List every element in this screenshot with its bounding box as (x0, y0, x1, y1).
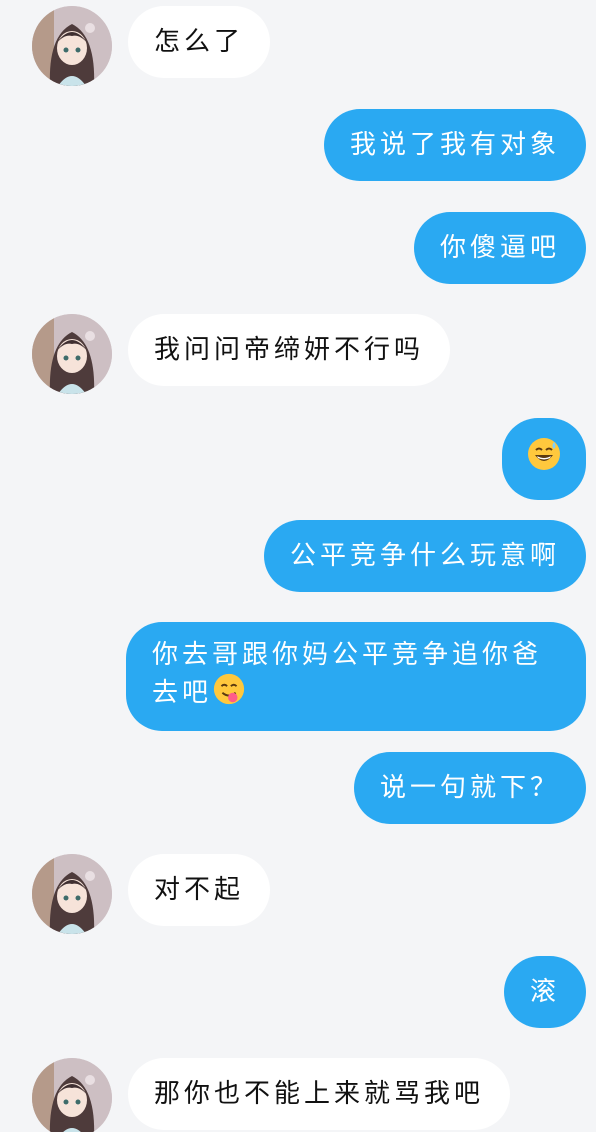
contact-avatar[interactable] (32, 1058, 112, 1132)
chat-thread: 怎么了 我说了我有对象 你傻逼吧 我问问帝缔妍不行吗 公平竞争什么玩意啊 你去哥… (0, 0, 596, 1132)
message-bubble-outgoing[interactable]: 滚 (503, 956, 586, 1028)
contact-avatar[interactable] (32, 854, 112, 934)
message-bubble-incoming[interactable]: 那你也不能上来就骂我吧 (128, 1058, 511, 1130)
contact-avatar[interactable] (32, 314, 112, 394)
message-bubble-incoming[interactable]: 对不起 (128, 854, 271, 926)
grinning-sweat-emoji (526, 436, 562, 482)
message-bubble-incoming[interactable]: 怎么了 (128, 6, 271, 78)
message-text: 你去哥跟你妈公平竞争追你爸去吧 (152, 640, 543, 708)
savoring-food-emoji (212, 672, 246, 715)
message-bubble-outgoing[interactable]: 公平竞争什么玩意啊 (263, 520, 586, 592)
message-bubble-outgoing[interactable]: 你去哥跟你妈公平竞争追你爸去吧 (126, 622, 586, 731)
message-bubble-outgoing[interactable] (502, 418, 586, 500)
message-bubble-outgoing[interactable]: 我说了我有对象 (323, 109, 586, 181)
message-bubble-outgoing[interactable]: 你傻逼吧 (413, 212, 586, 284)
contact-avatar[interactable] (32, 6, 112, 86)
message-bubble-incoming[interactable]: 我问问帝缔妍不行吗 (128, 314, 451, 386)
message-bubble-outgoing[interactable]: 说一句就下？ (353, 752, 586, 824)
